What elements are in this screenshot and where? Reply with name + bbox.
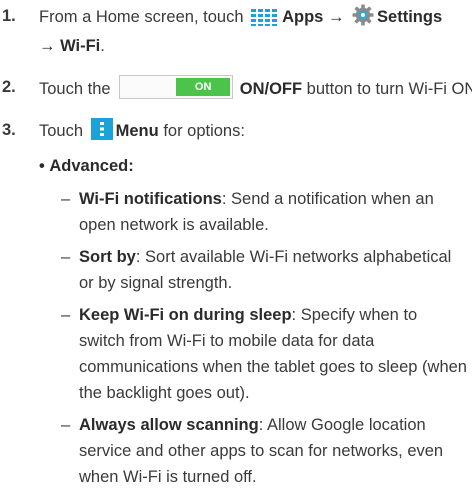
- wifi-label: Wi-Fi: [60, 37, 101, 55]
- step-3-line-1: Touch Menu for options:: [39, 118, 245, 147]
- instruction-page: 1. From a Home screen, touch Apps → Sett…: [0, 0, 472, 500]
- step-1-line-2: → Wi-Fi.: [39, 37, 105, 55]
- step-2-line-1: Touch the ON ON/OFF button to turn Wi-Fi…: [39, 75, 472, 101]
- option-title: Always allow scanning: [79, 416, 259, 434]
- dash: –: [61, 416, 71, 434]
- arrow: →: [327, 8, 345, 26]
- dash: –: [61, 248, 71, 266]
- apps-label: Apps: [282, 8, 324, 26]
- step-number: 2.: [2, 78, 16, 96]
- apps-grid-icon: [251, 8, 279, 33]
- onoff-label: ON/OFF: [239, 80, 303, 98]
- settings-label: Settings: [377, 8, 443, 26]
- option-title: Sort by: [79, 248, 136, 266]
- toggle-on-label: ON: [176, 78, 231, 96]
- onoff-toggle-icon: ON: [119, 75, 234, 99]
- menu-icon: [90, 118, 113, 147]
- step-number: 1.: [2, 7, 16, 25]
- settings-gear-icon: [352, 4, 374, 33]
- advanced-label: Advanced:: [49, 157, 134, 175]
- option-title: Wi-Fi notifications: [79, 190, 222, 208]
- step-1-line-1: From a Home screen, touch Apps → Setting…: [39, 4, 442, 33]
- dash: –: [61, 306, 71, 324]
- step-number: 3.: [2, 121, 16, 139]
- advanced-bullet: • Advanced:: [39, 157, 134, 175]
- option-title: Keep Wi-Fi on during sleep: [79, 306, 292, 324]
- dash: –: [61, 190, 71, 208]
- menu-label: Menu: [115, 122, 159, 140]
